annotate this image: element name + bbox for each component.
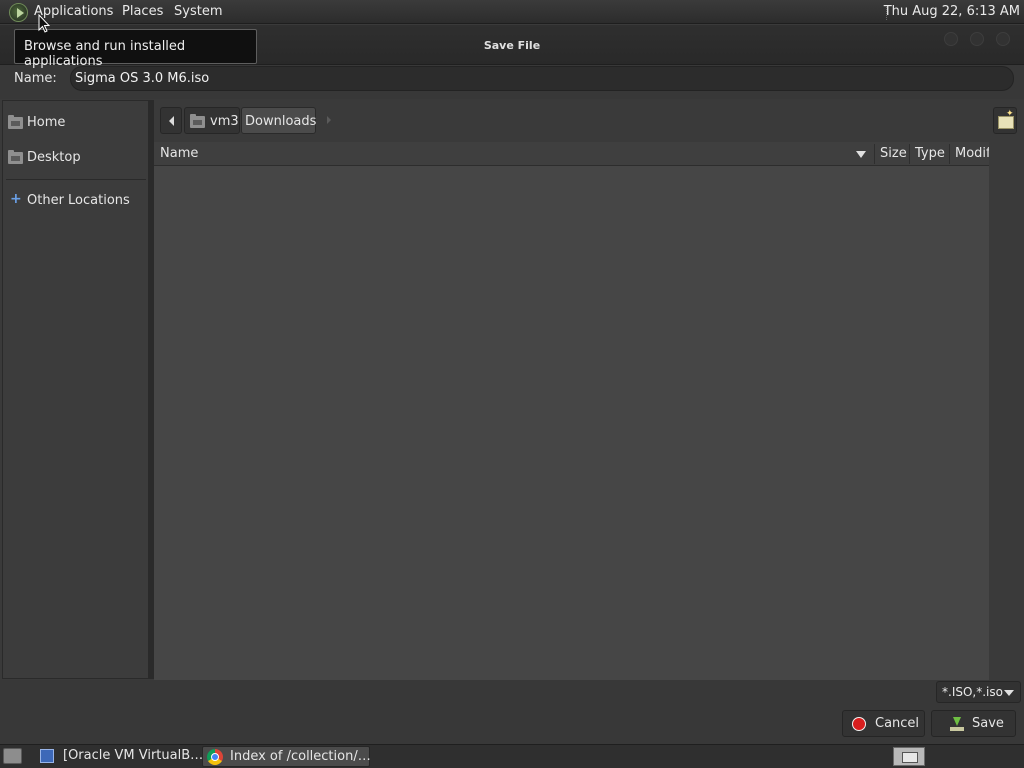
applications-logo-icon[interactable] xyxy=(9,3,28,22)
close-button[interactable] xyxy=(996,32,1010,46)
sidebar-item-other-locations[interactable]: + Other Locations xyxy=(7,191,147,211)
path-button-label: vm3 xyxy=(210,114,239,129)
cancel-icon xyxy=(852,717,866,731)
column-separator[interactable] xyxy=(874,144,875,164)
filter-label: *.ISO,*.iso xyxy=(942,685,1003,699)
desktop-folder-icon xyxy=(8,150,23,164)
path-button-downloads[interactable]: Downloads xyxy=(241,107,316,134)
path-button-vm3[interactable]: vm3 xyxy=(184,107,240,134)
show-desktop-icon[interactable] xyxy=(3,748,22,764)
cancel-button[interactable]: Cancel xyxy=(842,710,925,737)
path-button-label: Downloads xyxy=(245,114,317,129)
name-label: Name: xyxy=(14,71,57,86)
column-name[interactable]: Name xyxy=(160,146,198,161)
chrome-icon xyxy=(207,749,223,765)
create-folder-button[interactable] xyxy=(993,107,1017,134)
save-download-icon xyxy=(950,717,964,731)
filename-input[interactable] xyxy=(70,66,1014,91)
cancel-button-label: Cancel xyxy=(875,716,920,731)
maximize-button[interactable] xyxy=(970,32,984,46)
file-type-filter[interactable]: *.ISO,*.iso xyxy=(936,681,1021,703)
minimize-button[interactable] xyxy=(944,32,958,46)
chevron-down-icon xyxy=(1004,690,1014,696)
sort-descending-icon[interactable] xyxy=(856,151,866,158)
taskbar-item-label: Index of /collection/… xyxy=(230,749,371,764)
sidebar-item-home[interactable]: Home xyxy=(7,113,147,133)
file-list[interactable] xyxy=(154,142,989,680)
places-sidebar: Home Desktop + Other Locations xyxy=(2,100,149,679)
sidebar-item-label: Other Locations xyxy=(27,193,130,208)
column-type[interactable]: Type xyxy=(915,146,945,161)
sidebar-item-label: Desktop xyxy=(27,150,81,165)
tooltip: Browse and run installed applications xyxy=(14,29,257,69)
menu-system[interactable]: System xyxy=(174,4,222,19)
path-scroll-left-button[interactable] xyxy=(160,107,182,134)
sidebar-divider xyxy=(6,179,146,180)
list-gutter xyxy=(989,142,1024,680)
column-modified[interactable]: Modif xyxy=(955,146,989,161)
column-size[interactable]: Size xyxy=(880,146,907,161)
plus-icon: + xyxy=(10,191,22,207)
home-folder-icon xyxy=(190,114,205,128)
home-folder-icon xyxy=(8,115,23,129)
path-scroll-right-button[interactable] xyxy=(318,107,338,134)
virtualbox-icon xyxy=(40,749,54,763)
sidebar-item-desktop[interactable]: Desktop xyxy=(7,148,147,168)
clock[interactable]: Thu Aug 22, 6:13 AM xyxy=(884,4,1020,19)
taskbar-item-browser[interactable]: Index of /collection/… xyxy=(202,746,371,767)
sidebar-item-label: Home xyxy=(27,115,66,130)
column-separator[interactable] xyxy=(949,144,950,164)
taskbar-item-virtualbox[interactable]: [Oracle VM VirtualB… xyxy=(36,746,204,767)
save-button[interactable]: Save xyxy=(931,710,1016,737)
menu-places[interactable]: Places xyxy=(122,4,163,19)
taskbar-item-label: [Oracle VM VirtualB… xyxy=(63,748,204,763)
save-button-label: Save xyxy=(972,716,1004,731)
column-separator[interactable] xyxy=(909,144,910,164)
mouse-cursor-icon xyxy=(38,14,50,33)
workspace-switcher[interactable] xyxy=(893,747,925,766)
